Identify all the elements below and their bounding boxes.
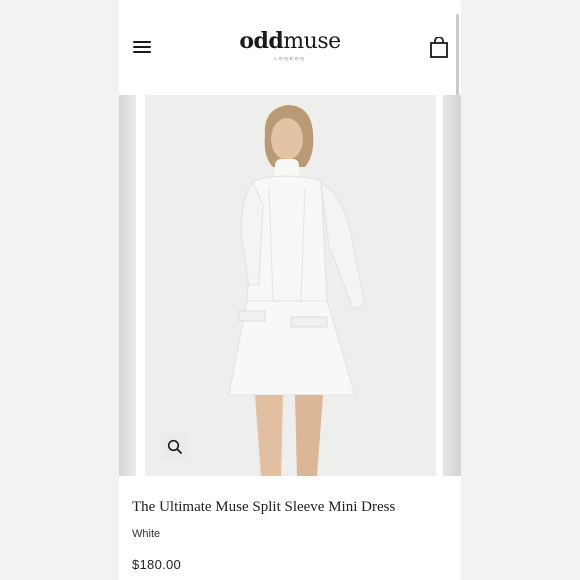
product-gallery[interactable]	[119, 95, 461, 476]
product-price: $180.00	[132, 557, 182, 572]
product-title: The Ultimate Muse Split Sleeve Mini Dres…	[132, 499, 396, 515]
previous-image-peek[interactable]	[119, 95, 136, 476]
magnifier-icon[interactable]	[161, 433, 189, 461]
model-photo	[228, 105, 366, 476]
product-image[interactable]	[145, 95, 436, 476]
logo-subtitle: LONDON	[274, 56, 306, 61]
site-header: oddmuse LONDON	[119, 0, 461, 186]
brand-logo[interactable]: oddmuse LONDON	[119, 28, 461, 61]
shopping-bag-icon[interactable]	[429, 36, 449, 59]
mobile-viewport: oddmuse LONDON The Ultimate Muse Split S…	[119, 0, 461, 580]
next-image-peek[interactable]	[443, 95, 461, 476]
logo-wordmark: oddmuse	[239, 28, 341, 54]
product-color: White	[132, 528, 161, 540]
